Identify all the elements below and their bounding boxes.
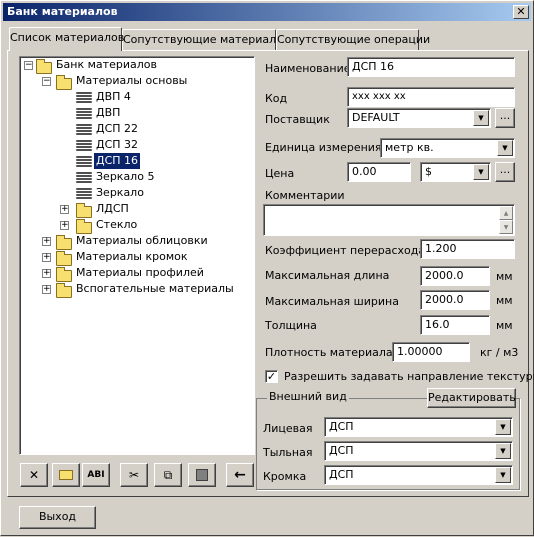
texture-checkbox[interactable]: ✓	[265, 370, 278, 383]
waste-label: Коэффициент перерасхода	[265, 244, 426, 257]
waste-input[interactable]: 1.200	[420, 239, 515, 259]
edge-select[interactable]: ДСП ▼	[324, 465, 513, 485]
back-select[interactable]: ДСП ▼	[324, 441, 513, 461]
back-label: Тыльная	[263, 446, 313, 459]
edge-label: Кромка	[263, 470, 307, 483]
exit-button[interactable]: Выход	[19, 506, 96, 529]
name-label: Наименование	[265, 62, 351, 75]
chevron-down-icon[interactable]: ▼	[495, 443, 511, 459]
max-width-input[interactable]: 2000.0	[420, 290, 490, 310]
chevron-down-icon[interactable]: ▼	[497, 140, 513, 156]
name-input[interactable]: ДСП 16	[347, 57, 515, 77]
texture-label: Разрешить задавать направление текстуры	[284, 370, 534, 383]
chevron-down-icon[interactable]: ▼	[473, 110, 489, 126]
density-label: Плотность материала	[265, 346, 393, 359]
max-length-input[interactable]: 2000.0	[420, 266, 490, 286]
face-select[interactable]: ДСП ▼	[324, 417, 513, 437]
scroll-down-icon[interactable]: ▼	[499, 220, 513, 234]
price-input[interactable]: 0.00	[347, 162, 411, 182]
comments-textarea[interactable]: ▲ ▼	[263, 204, 515, 236]
currency-select[interactable]: $ ▼	[420, 162, 491, 182]
price-label: Цена	[265, 167, 295, 180]
scroll-up-icon[interactable]: ▲	[499, 206, 513, 220]
density-input[interactable]: 1.00000	[392, 342, 470, 362]
back-value: ДСП	[329, 444, 354, 457]
unit-label: Единица измерения	[265, 141, 382, 154]
max-width-label: Максимальная ширина	[265, 295, 399, 308]
density-unit: кг / м3	[480, 346, 519, 359]
max-length-label: Максимальная длина	[265, 269, 390, 282]
supplier-value: DEFAULT	[352, 111, 400, 124]
currency-value: $	[425, 165, 432, 178]
materials-bank-window: Банк материалов ✕ Список материалов Сопу…	[0, 0, 534, 536]
mm-unit: мм	[496, 294, 513, 307]
face-label: Лицевая	[263, 422, 313, 435]
supplier-browse-button[interactable]: ...	[495, 108, 515, 128]
supplier-label: Поставщик	[265, 113, 330, 126]
chevron-down-icon[interactable]: ▼	[495, 467, 511, 483]
comments-label: Комментарии	[265, 189, 345, 202]
chevron-down-icon[interactable]: ▼	[495, 419, 511, 435]
edit-button[interactable]: Редактировать	[427, 388, 516, 408]
mm-unit: мм	[496, 319, 513, 332]
unit-select[interactable]: метр кв. ▼	[380, 138, 515, 158]
code-label: Код	[265, 92, 288, 105]
unit-value: метр кв.	[385, 141, 434, 154]
face-value: ДСП	[329, 420, 354, 433]
edge-value: ДСП	[329, 468, 354, 481]
currency-browse-button[interactable]: ...	[495, 162, 515, 182]
thickness-label: Толщина	[265, 319, 317, 332]
chevron-down-icon[interactable]: ▼	[473, 164, 489, 180]
mm-unit: мм	[496, 270, 513, 283]
supplier-select[interactable]: DEFAULT ▼	[347, 108, 491, 128]
thickness-input[interactable]: 16.0	[420, 315, 490, 335]
appearance-title: Внешний вид	[267, 390, 349, 403]
code-input[interactable]: xxx xxx xx	[347, 87, 515, 107]
